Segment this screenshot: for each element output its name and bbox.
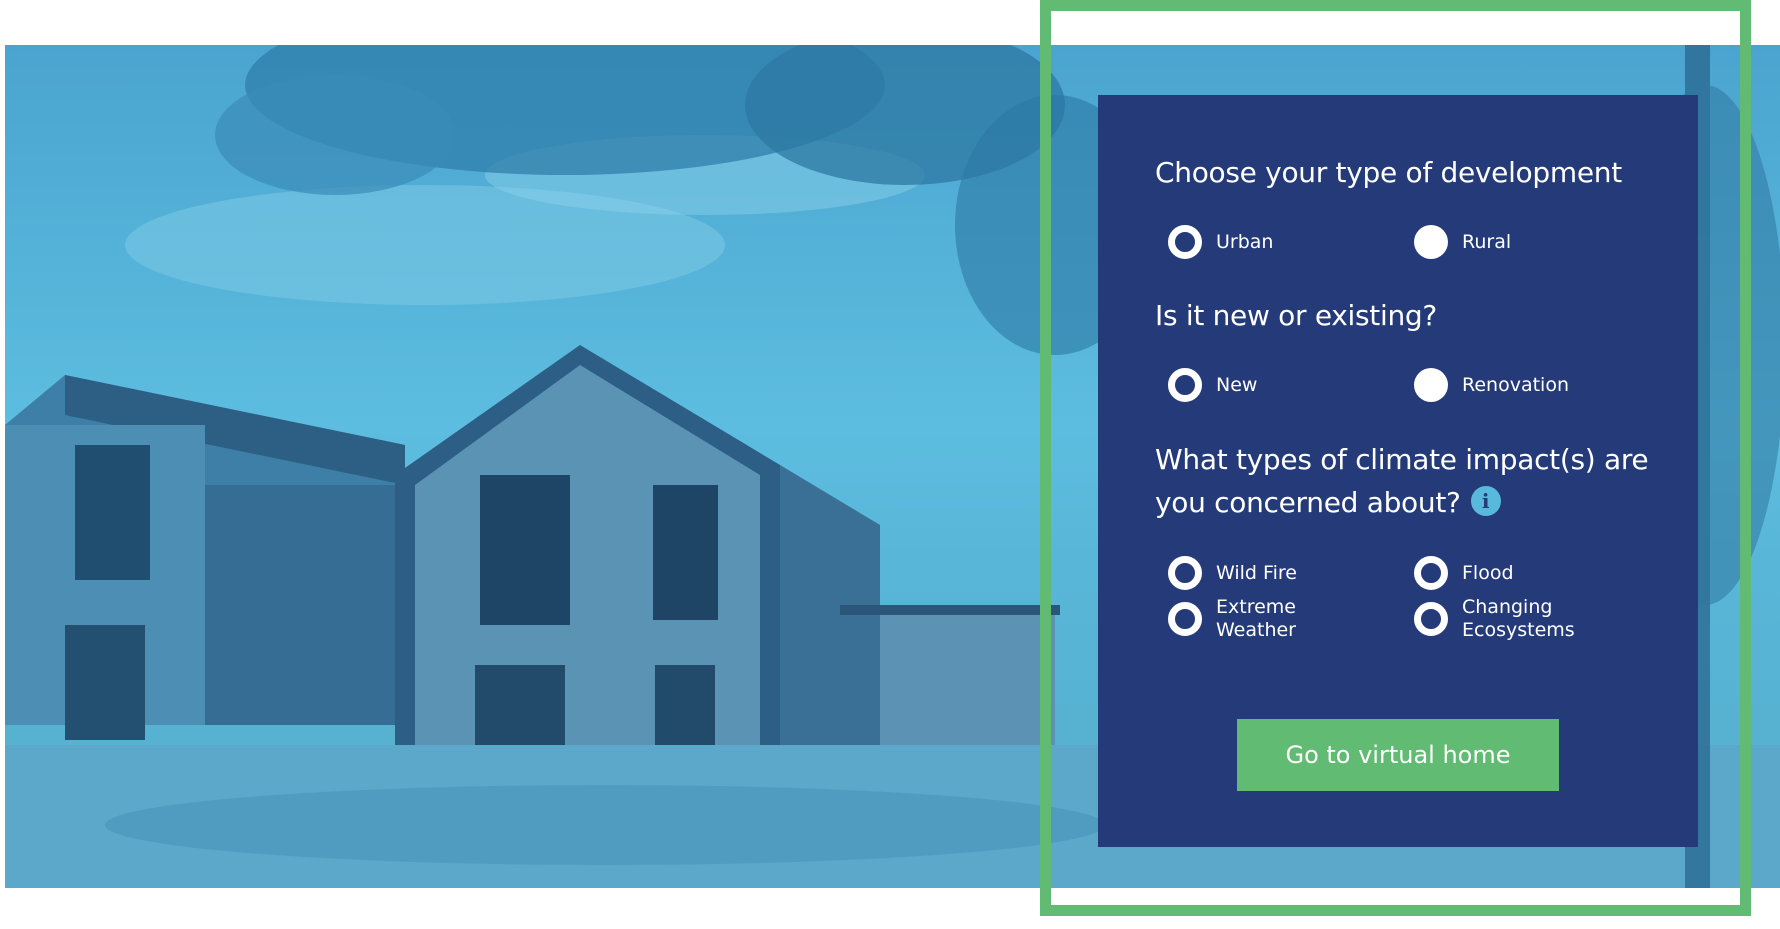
option-renovation-label: Renovation — [1462, 373, 1569, 396]
radio-changing-ecosystems[interactable] — [1414, 602, 1448, 636]
frame-inner-gap-top — [1051, 11, 1740, 45]
go-to-virtual-home-button[interactable]: Go to virtual home — [1237, 719, 1559, 791]
option-rural[interactable]: Rural — [1414, 225, 1511, 259]
option-urban[interactable]: Urban — [1168, 225, 1273, 259]
option-changing-ecosystems-label: Changing Ecosystems — [1462, 596, 1575, 641]
option-flood-label: Flood — [1462, 561, 1514, 584]
question-climate-line2-text: you concerned about? — [1155, 486, 1461, 519]
option-renovation[interactable]: Renovation — [1414, 368, 1569, 402]
radio-flood[interactable] — [1414, 556, 1448, 590]
option-extreme-weather[interactable]: Extreme Weather — [1168, 596, 1296, 642]
question-new-existing: Is it new or existing? — [1155, 299, 1437, 332]
option-wild-fire-label: Wild Fire — [1216, 561, 1297, 584]
info-icon[interactable]: i — [1470, 486, 1501, 516]
radio-rural[interactable] — [1414, 225, 1448, 259]
option-urban-label: Urban — [1216, 230, 1274, 253]
frame-inner-gap-bottom — [1051, 888, 1740, 905]
questionnaire-panel: Choose your type of development Urban Ru… — [1098, 95, 1698, 847]
option-changing-ecosystems[interactable]: Changing Ecosystems — [1414, 596, 1575, 642]
question-climate-impacts: What types of climate impact(s) are you … — [1155, 438, 1649, 524]
page: Choose your type of development Urban Ru… — [0, 0, 1780, 929]
option-new[interactable]: New — [1168, 368, 1257, 402]
option-rural-label: Rural — [1462, 230, 1512, 253]
question-climate-line1: What types of climate impact(s) are — [1155, 443, 1649, 476]
option-wild-fire[interactable]: Wild Fire — [1168, 556, 1297, 590]
radio-new[interactable] — [1168, 368, 1202, 402]
option-flood[interactable]: Flood — [1414, 556, 1514, 590]
radio-urban[interactable] — [1168, 225, 1202, 259]
question-climate-line2: you concerned about? i — [1155, 481, 1648, 524]
radio-wild-fire[interactable] — [1168, 556, 1202, 590]
question-development: Choose your type of development — [1155, 156, 1622, 189]
radio-extreme-weather[interactable] — [1168, 602, 1202, 636]
option-extreme-weather-label: Extreme Weather — [1216, 596, 1296, 641]
radio-renovation[interactable] — [1414, 368, 1448, 402]
option-new-label: New — [1216, 373, 1258, 396]
